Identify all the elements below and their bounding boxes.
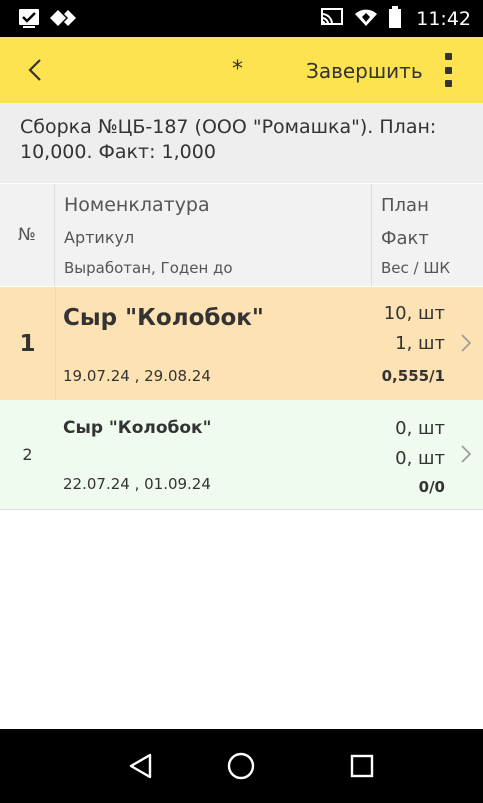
row-dates: 19.07.24 , 29.08.24 (63, 367, 211, 385)
page-title: * (232, 57, 243, 82)
header-dates: Выработан, Годен до (64, 259, 233, 277)
table-header: № Номенклатура Артикул Выработан, Годен … (0, 184, 483, 286)
status-bar: 11:42 (0, 0, 483, 37)
chevron-right-icon (461, 445, 472, 463)
nav-recent-button[interactable] (345, 749, 379, 783)
more-dot (444, 80, 452, 87)
row-number: 1 (0, 287, 55, 400)
row-dates: 22.07.24 , 01.09.24 (63, 475, 211, 493)
battery-icon (388, 6, 402, 32)
wifi-icon (354, 7, 378, 31)
more-dot (444, 66, 452, 74)
back-button[interactable] (20, 55, 50, 85)
row-fact: 1, шт (395, 333, 445, 354)
row-plan: 10, шт (383, 303, 445, 324)
recent-square-icon (350, 754, 374, 778)
finish-button[interactable]: Завершить (306, 59, 423, 83)
header-fact: Факт (381, 228, 429, 249)
row-product-name: Сыр "Колобок" (63, 305, 264, 331)
chevron-left-icon (28, 59, 41, 81)
more-menu-button[interactable] (440, 53, 456, 87)
system-nav-bar (0, 729, 483, 803)
row-product-name: Сыр "Колобок" (63, 418, 212, 438)
back-triangle-icon (129, 753, 152, 779)
header-number: № (0, 184, 55, 286)
row-plan: 0, шт (395, 418, 445, 439)
table-row[interactable]: 2 Сыр "Колобок" 22.07.24 , 01.09.24 0, ш… (0, 400, 483, 510)
header-article: Артикул (64, 228, 135, 247)
row-fact: 0, шт (395, 448, 445, 469)
row-number-text: 2 (22, 445, 33, 464)
row-number: 2 (0, 400, 55, 509)
diamond-arrows-icon (50, 8, 76, 32)
header-plan: План (381, 195, 429, 216)
row-weight: 0/0 (418, 478, 445, 496)
row-weight: 0,555/1 (381, 367, 445, 385)
status-time: 11:42 (416, 8, 471, 30)
nav-home-button[interactable] (224, 749, 258, 783)
home-circle-icon (227, 752, 255, 780)
row-divider (55, 287, 56, 400)
cast-icon (320, 7, 344, 31)
more-dots-icon (444, 53, 452, 60)
chevron-right-icon (461, 334, 472, 352)
header-weight-barcode: Вес / ШК (381, 259, 451, 277)
header-quantity-column: План Факт Вес / ШК (373, 184, 483, 286)
header-name-column: Номенклатура Артикул Выработан, Годен до (56, 184, 372, 286)
checkbox-icon (18, 8, 40, 32)
nav-back-button[interactable] (124, 749, 158, 783)
app-bar: * Завершить (0, 37, 483, 103)
document-summary: Сборка №ЦБ-187 (ООО "Ромашка"). План: 10… (0, 103, 483, 183)
table-row[interactable]: 1 Сыр "Колобок" 19.07.24 , 29.08.24 10, … (0, 287, 483, 400)
header-name: Номенклатура (64, 194, 210, 216)
row-number-text: 1 (19, 330, 36, 357)
